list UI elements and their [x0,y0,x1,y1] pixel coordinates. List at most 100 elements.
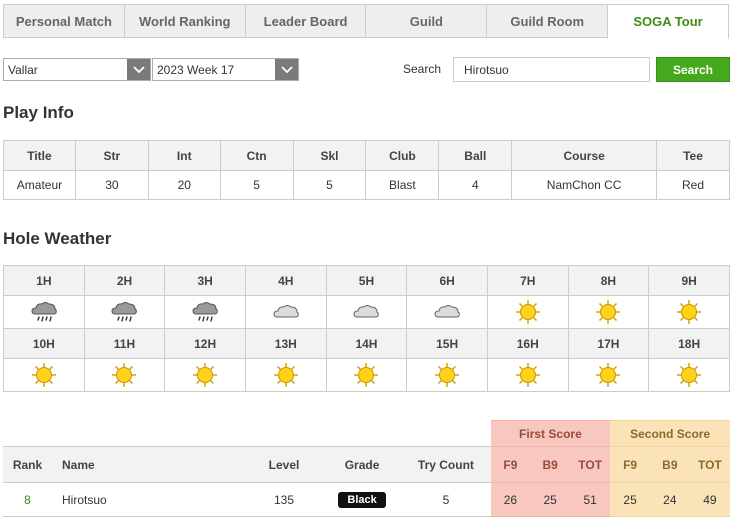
score-group-spacer [3,420,491,447]
hole-label: 9H [648,265,730,296]
hole-weather-cell [567,358,650,392]
header-name: Name [52,446,246,483]
sun-icon [4,361,84,389]
second-f9-value: 25 [610,482,650,517]
sun-icon [246,361,326,389]
tab-guild[interactable]: Guild [365,4,487,38]
search-button[interactable]: Search [656,57,730,82]
weather-row-front [3,295,730,329]
hole-row-front: 1H 2H 3H 4H 5H 6H 7H 8H 9H [3,265,730,296]
player-name: Hirotsuo [52,482,246,517]
value-str: 30 [74,170,149,200]
hole-label: 12H [164,328,246,359]
week-select[interactable]: 2023 Week 17 [152,58,299,81]
search-input[interactable] [453,57,650,82]
table-row: 8 Hirotsuo 135 Black 5 26 25 51 25 24 49 [3,482,730,517]
hole-weather-cell [164,295,246,329]
hole-weather-table: 1H 2H 3H 4H 5H 6H 7H 8H 9H 10H 11H 12H 13H 14H 15H 16H… [3,265,730,392]
sun-icon [407,361,487,389]
hole-label: 8H [567,265,650,296]
sun-icon [569,361,649,389]
header-tee: Tee [656,140,730,171]
header-second-b9: B9 [649,446,690,483]
header-first-b9: B9 [530,446,571,483]
hole-label: 17H [567,328,650,359]
hole-weather-cell [406,358,488,392]
header-title: Title [3,140,76,171]
score-group-header-row: First Score Second Score [3,420,730,447]
level-value: 135 [245,482,323,517]
value-skl: 5 [292,170,367,200]
first-f9-value: 26 [490,482,531,517]
rain-cloud-icon [165,298,245,326]
hole-weather-cell [83,358,166,392]
tab-world-ranking[interactable]: World Ranking [123,4,245,38]
sun-icon [85,361,165,389]
cloud-icon [246,298,326,326]
rain-cloud-icon [85,298,165,326]
second-score-header: Second Score [610,420,730,447]
rain-cloud-icon [4,298,84,326]
hole-label: 5H [325,265,408,296]
header-grade: Grade [322,446,402,483]
hole-weather-cell [648,295,730,329]
hole-label: 4H [244,265,327,296]
hole-label: 1H [3,265,85,296]
grade-badge: Black [338,491,386,508]
hole-weather-cell [486,295,569,329]
hole-weather-cell [83,295,166,329]
header-str: Str [74,140,149,171]
sun-icon [327,361,407,389]
tab-guild-room[interactable]: Guild Room [486,4,608,38]
first-score-header: First Score [490,420,611,447]
header-ball: Ball [438,140,513,171]
cloud-icon [327,298,407,326]
header-ctn: Ctn [219,140,294,171]
value-course: NamChon CC [511,170,658,200]
hole-weather-cell [486,358,569,392]
hole-weather-cell [648,358,730,392]
server-select-value: Vallar [8,62,38,77]
header-int: Int [147,140,221,171]
value-ball: 4 [438,170,513,200]
header-course: Course [511,140,658,171]
hole-weather-cell [567,295,650,329]
hole-label: 10H [3,328,85,359]
rank-number: 8 [24,492,31,507]
week-select-value: 2023 Week 17 [157,62,235,77]
hole-weather-cell [325,358,408,392]
hole-label: 14H [325,328,408,359]
chevron-down-icon[interactable] [127,59,150,80]
hole-weather-cell [325,295,408,329]
header-second-tot: TOT [689,446,730,483]
chevron-down-icon[interactable] [275,59,298,80]
score-table: First Score Second Score Rank Name Level… [3,420,730,517]
sun-icon [569,298,649,326]
sun-icon [165,361,245,389]
server-select[interactable]: Vallar [3,58,151,81]
weather-row-back [3,358,730,392]
header-level: Level [245,446,323,483]
tab-leader-board[interactable]: Leader Board [244,4,366,38]
header-rank: Rank [3,446,53,483]
header-club: Club [365,140,440,171]
play-info-table: Title Str Int Ctn Skl Club Ball Course T… [3,140,730,200]
value-club: Blast [365,170,440,200]
header-second-f9: F9 [610,446,650,483]
value-tee: Red [656,170,730,200]
sun-icon [488,361,568,389]
score-header-row: Rank Name Level Grade Try Count F9 B9 TO… [3,446,730,483]
first-b9-value: 25 [530,482,571,517]
try-count-value: 5 [401,482,491,517]
tab-bar: Personal Match World Ranking Leader Boar… [3,4,729,39]
second-b9-value: 24 [649,482,690,517]
header-first-tot: TOT [570,446,611,483]
hole-weather-cell [406,295,488,329]
header-skl: Skl [292,140,367,171]
value-ctn: 5 [219,170,294,200]
tab-soga-tour[interactable]: SOGA Tour [607,4,729,39]
tab-personal-match[interactable]: Personal Match [3,4,124,38]
hole-label: 2H [83,265,166,296]
hole-label: 16H [486,328,569,359]
hole-label: 11H [83,328,166,359]
